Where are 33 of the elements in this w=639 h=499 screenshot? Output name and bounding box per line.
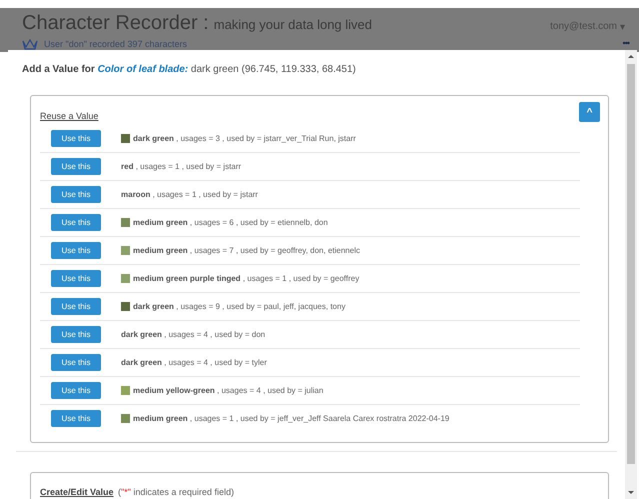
- use-this-button[interactable]: Use this: [51, 186, 101, 203]
- use-this-button[interactable]: Use this: [51, 326, 101, 343]
- value-description: medium yellow-green , usages = 4 , used by = julian: [133, 386, 324, 395]
- required-note: ("*" indicates a required field): [118, 487, 234, 497]
- use-this-button[interactable]: Use this: [51, 130, 101, 147]
- scrollbar[interactable]: [625, 50, 637, 499]
- use-this-button[interactable]: Use this: [51, 298, 101, 315]
- activity-message: User "don" recorded 397 characters: [44, 39, 187, 49]
- collapse-button[interactable]: ^: [579, 102, 600, 122]
- value-description: dark green , usages = 3 , used by = jstarr_ver_Trial Run, jstarr: [133, 134, 356, 143]
- use-this-button[interactable]: Use this: [51, 214, 101, 231]
- use-this-button[interactable]: Use this: [51, 242, 101, 259]
- use-this-button[interactable]: Use this: [51, 382, 101, 399]
- panel-title: Create/Edit Value: [40, 487, 114, 497]
- value-description: dark green , usages = 4 , used by = don: [121, 330, 266, 339]
- value-description: red , usages = 1 , used by = jstarr: [121, 162, 242, 171]
- value-description: medium green purple tinged , usages = 1 , used by = geoffrey: [133, 274, 360, 283]
- value-description: dark green , usages = 9 , used by = paul, jeff, jacques, tony: [133, 302, 346, 311]
- use-this-button[interactable]: Use this: [51, 158, 101, 175]
- value-description: dark green , usages = 4 , used by = tyler: [121, 358, 267, 367]
- use-this-button[interactable]: Use this: [51, 270, 101, 287]
- use-this-button[interactable]: Use this: [51, 354, 101, 371]
- value-description: medium green , usages = 6 , used by = etiennelb, don: [133, 218, 328, 227]
- panel-title: Reuse a Value: [40, 111, 98, 121]
- use-this-button[interactable]: Use this: [51, 410, 101, 427]
- crown-icon: [22, 38, 38, 50]
- app-title: Character Recorder :: [22, 12, 209, 35]
- more-menu[interactable]: •••: [622, 38, 629, 48]
- modal-heading: Add a Value for Color of leaf blade: dark green (96.745, 119.333, 68.451): [22, 64, 357, 75]
- value-description: medium green , usages = 1 , used by = jeff_ver_Jeff Saarela Carex rostratra 2022-04-19: [133, 414, 450, 423]
- value-description: maroon , usages = 1 , used by = jstarr: [121, 190, 258, 199]
- value-description: medium green , usages = 7 , used by = geoffrey, don, etiennelc: [133, 246, 360, 255]
- app-tagline: making your data long lived: [214, 17, 372, 32]
